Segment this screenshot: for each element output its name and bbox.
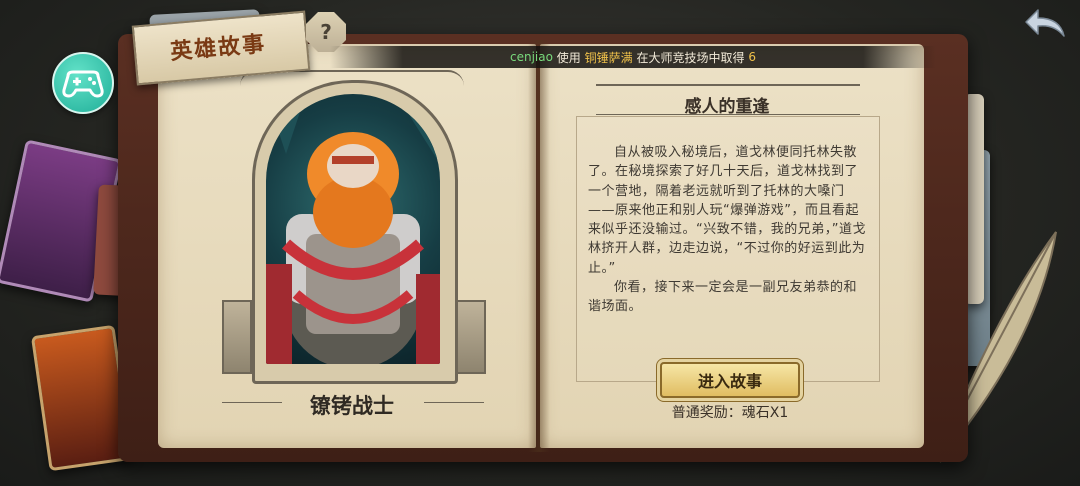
hero-name: 镣铐战士 — [310, 394, 394, 418]
ticker-verb: 使用 — [556, 50, 581, 65]
back-button[interactable] — [1022, 6, 1068, 42]
enter-story-button[interactable]: 进入故事 — [660, 362, 800, 398]
portrait-pillar-right — [456, 300, 486, 374]
ticker-user: cenjiao — [510, 50, 553, 64]
ticker-context: 在大师竞技场中取得 — [636, 50, 745, 65]
book-spine — [528, 40, 550, 452]
story-paragraph-2: 你看，接下来一定会是一副兄友弟恭的和谐场面。 — [588, 280, 858, 315]
hero-portrait — [266, 94, 440, 364]
portrait-pillar-left — [222, 300, 252, 374]
reward-text: 普通奖励：魂石X1 — [671, 405, 789, 421]
story-title: 感人的重逢 — [684, 97, 770, 117]
story-text: 自从被吸入秘境后，道戈林便同托林失散了。在秘境探索了好几十天后，道戈林找到了一个… — [588, 143, 868, 317]
gamepad-button[interactable] — [52, 52, 114, 114]
gamepad-icon — [62, 70, 104, 98]
ticker-hero: 铜锤萨满 — [584, 50, 633, 65]
ticker-count: 6 — [748, 50, 756, 64]
broadcast-ticker: cenjiao 使用 铜锤萨满 在大师竞技场中取得 6 — [330, 46, 936, 68]
question-icon: ? — [320, 20, 332, 44]
story-paragraph-1: 自从被吸入秘境后，道戈林便同托林失散了。在秘境探索了好几十天后，道戈林找到了一个… — [588, 145, 866, 276]
story-title-rule-top — [596, 84, 860, 86]
hero-portrait-art — [266, 94, 440, 364]
back-arrow-icon — [1025, 9, 1065, 37]
